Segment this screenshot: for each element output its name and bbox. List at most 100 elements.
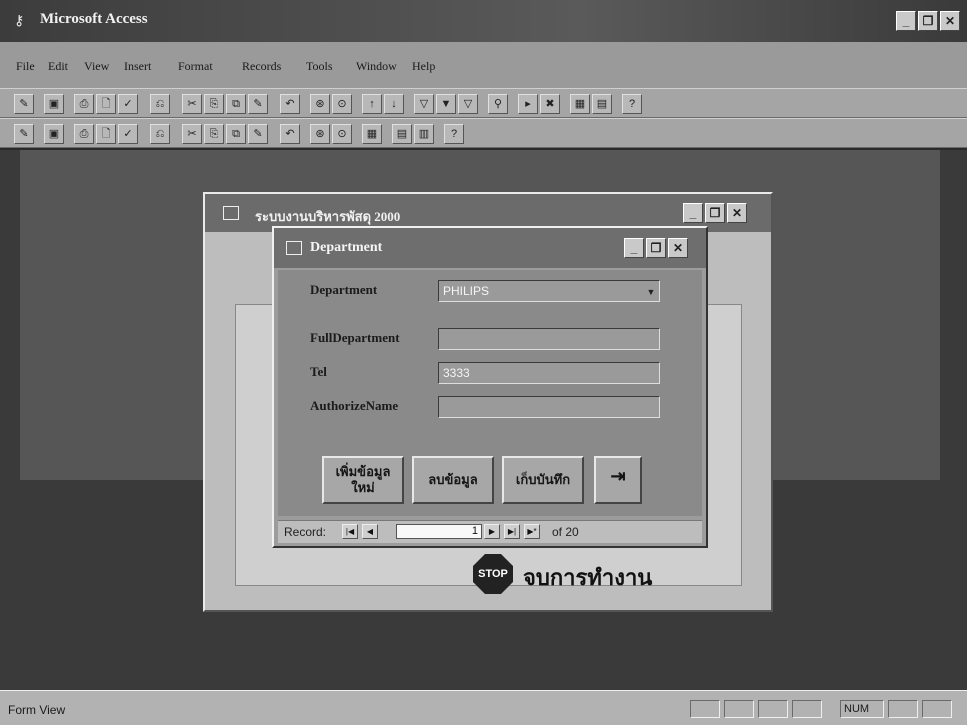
department-restore-button[interactable]: ❐ [646, 238, 666, 258]
chevron-down-icon[interactable]: ▼ [645, 284, 657, 298]
menu-bar: File Edit View Insert Format Records Too… [0, 42, 967, 88]
help-icon[interactable]: ? [444, 124, 464, 144]
new-object-icon[interactable]: ▤ [592, 94, 612, 114]
main-form-restore-button[interactable]: ❐ [705, 203, 725, 223]
status-cell-1 [690, 700, 720, 718]
department-title: Department [310, 240, 383, 255]
minimize-button[interactable]: _ [896, 11, 916, 31]
delete-record-icon[interactable]: ✖ [540, 94, 560, 114]
view-icon[interactable]: ✎ [14, 124, 34, 144]
menu-window[interactable]: Window [356, 59, 397, 74]
web-toolbar-icon[interactable]: ⊙ [332, 94, 352, 114]
spelling-icon[interactable]: ✓ [118, 94, 138, 114]
undo-icon[interactable]: ⎌ [150, 124, 170, 144]
new-record-icon[interactable]: ▶* [524, 524, 540, 539]
department-close-button[interactable]: ✕ [668, 238, 688, 258]
toolbar-form-view: ✎ ▣ ⎙ 🗋 ✓ ⎌ ✂ ⎘ ⧉ ✎ ↶ ⊛ ⊙ ↑ ↓ ▽ ▼ ▽ ⚲ ▸ … [0, 88, 967, 118]
format-painter-icon[interactable]: ✎ [248, 94, 268, 114]
save-icon[interactable]: ▣ [44, 124, 64, 144]
tel-label: Tel [310, 364, 327, 379]
copy-icon[interactable]: ⎘ [204, 94, 224, 114]
add-new-label-line1: เพิ่มข้อมูล [335, 464, 391, 479]
department-label: Department [310, 282, 378, 297]
exit-door-icon[interactable]: ⇥ [594, 456, 642, 504]
menu-insert[interactable]: Insert [124, 59, 151, 74]
web-toolbar-icon[interactable]: ⊙ [332, 124, 352, 144]
hyperlink-icon[interactable]: ⊛ [310, 124, 330, 144]
full-department-field[interactable] [438, 328, 660, 350]
filter-by-selection-icon[interactable]: ▽ [414, 94, 434, 114]
last-record-icon[interactable]: ▶| [504, 524, 520, 539]
department-titlebar: Department _ ❐ ✕ [274, 228, 706, 268]
database-window-icon[interactable]: ▦ [570, 94, 590, 114]
print-preview-icon[interactable]: 🗋 [96, 94, 116, 114]
menu-file[interactable]: File [16, 59, 35, 74]
main-form-minimize-button[interactable]: _ [683, 203, 703, 223]
department-combobox[interactable]: PHILIPS ▼ [438, 280, 660, 302]
new-record-icon[interactable]: ▸ [518, 94, 538, 114]
record-navigator: Record: |◀ ◀ 1 ▶ ▶| ▶* of 20 [278, 520, 702, 543]
status-text: Form View [8, 703, 66, 717]
paste-icon[interactable]: ⧉ [226, 94, 246, 114]
stop-sign-icon[interactable]: STOP [473, 554, 513, 594]
stop-label[interactable]: จบการทำงาน [523, 560, 652, 595]
cut-icon[interactable]: ✂ [182, 124, 202, 144]
menu-help[interactable]: Help [412, 59, 435, 74]
save-button[interactable]: เก็บบันทึก [502, 456, 584, 504]
print-icon[interactable]: ⎙ [74, 124, 94, 144]
view-icon[interactable]: ✎ [14, 94, 34, 114]
first-record-icon[interactable]: |◀ [342, 524, 358, 539]
menu-tools[interactable]: Tools [306, 59, 333, 74]
add-new-button[interactable]: เพิ่มข้อมูล ใหม่ [322, 456, 404, 504]
menu-edit[interactable]: Edit [48, 59, 68, 74]
apply-filter-icon[interactable]: ▽ [458, 94, 478, 114]
record-total: of 20 [552, 525, 579, 539]
filter-by-form-icon[interactable]: ▼ [436, 94, 456, 114]
form-icon [286, 241, 302, 255]
status-cell-6 [888, 700, 918, 718]
authorize-name-label: AuthorizeName [310, 398, 399, 413]
sort-ascending-icon[interactable]: ↑ [362, 94, 382, 114]
print-preview-icon[interactable]: 🗋 [96, 124, 116, 144]
spelling-icon[interactable]: ✓ [118, 124, 138, 144]
toolbar-form-design: ✎ ▣ ⎙ 🗋 ✓ ⎌ ✂ ⎘ ⧉ ✎ ↶ ⊛ ⊙ ▦ ▤ ▥ ? [0, 118, 967, 148]
paste-icon[interactable]: ⧉ [226, 124, 246, 144]
delete-button[interactable]: ลบข้อมูล [412, 456, 494, 504]
undo-icon[interactable]: ⎌ [150, 94, 170, 114]
tel-field[interactable]: 3333 [438, 362, 660, 384]
new-object-dropdown-icon[interactable]: ▥ [414, 124, 434, 144]
help-icon[interactable]: ? [622, 94, 642, 114]
undo-field-icon[interactable]: ↶ [280, 124, 300, 144]
main-form-title: ระบบงานบริหารพัสดุ 2000 [255, 209, 401, 224]
close-button[interactable]: ✕ [940, 11, 960, 31]
next-record-icon[interactable]: ▶ [484, 524, 500, 539]
status-cell-3 [758, 700, 788, 718]
record-label: Record: [284, 525, 327, 539]
new-object-icon[interactable]: ▤ [392, 124, 412, 144]
authorize-name-field[interactable] [438, 396, 660, 418]
status-bar: Form View NUM [0, 690, 967, 725]
find-icon[interactable]: ⚲ [488, 94, 508, 114]
print-icon[interactable]: ⎙ [74, 94, 94, 114]
save-icon[interactable]: ▣ [44, 94, 64, 114]
record-number-input[interactable]: 1 [396, 524, 482, 539]
department-form-body: Department PHILIPS ▼ FullDepartment Tel … [278, 270, 702, 516]
sort-descending-icon[interactable]: ↓ [384, 94, 404, 114]
department-value: PHILIPS [443, 284, 490, 298]
database-window-icon[interactable]: ▦ [362, 124, 382, 144]
previous-record-icon[interactable]: ◀ [362, 524, 378, 539]
undo-field-icon[interactable]: ↶ [280, 94, 300, 114]
department-minimize-button[interactable]: _ [624, 238, 644, 258]
menu-records[interactable]: Records [242, 59, 281, 74]
format-painter-icon[interactable]: ✎ [248, 124, 268, 144]
restore-button[interactable]: ❐ [918, 11, 938, 31]
form-icon [223, 206, 239, 220]
menu-format[interactable]: Format [178, 59, 213, 74]
app-titlebar: ⚷ Microsoft Access _ ❐ ✕ [0, 0, 967, 42]
app-title: Microsoft Access [40, 11, 148, 27]
menu-view[interactable]: View [84, 59, 109, 74]
cut-icon[interactable]: ✂ [182, 94, 202, 114]
main-form-close-button[interactable]: ✕ [727, 203, 747, 223]
hyperlink-icon[interactable]: ⊛ [310, 94, 330, 114]
copy-icon[interactable]: ⎘ [204, 124, 224, 144]
